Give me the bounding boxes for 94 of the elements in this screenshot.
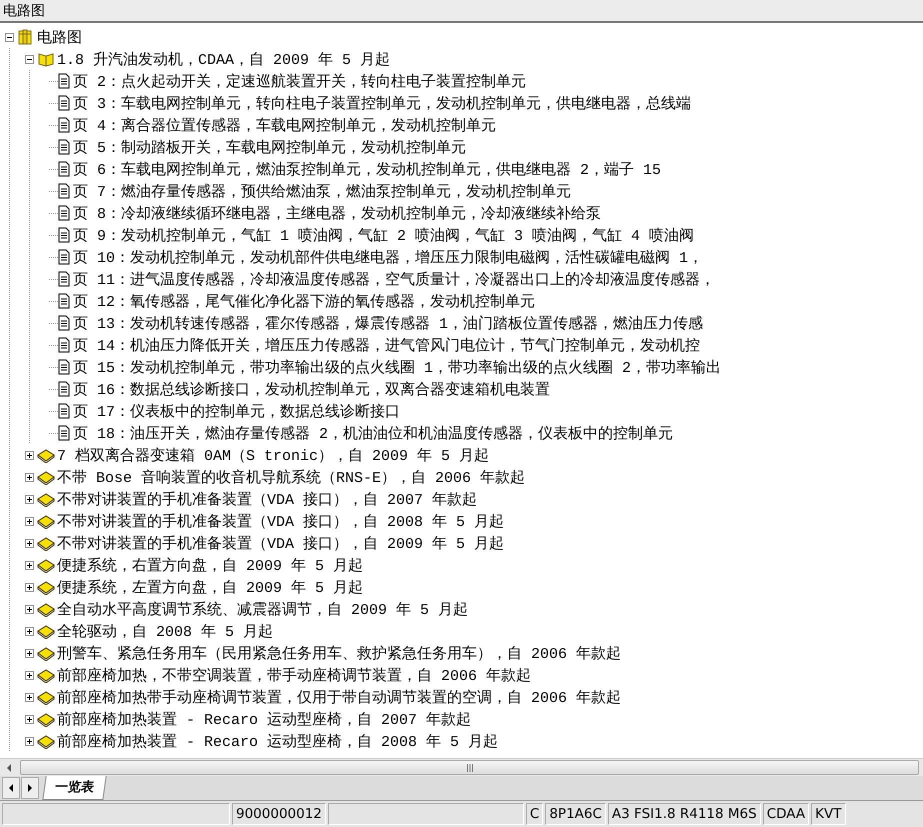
tree-item[interactable]: 页 9：发动机控制单元，气缸 1 喷油阀，气缸 2 喷油阀，气缸 3 喷油阀，气缸 4 喷油阀 (72, 226, 696, 244)
status-field: C (526, 803, 544, 825)
tree-item[interactable]: 电路图 (36, 28, 83, 46)
document-icon (57, 315, 71, 331)
tree-item[interactable]: 页 17：仪表板中的控制单元，数据总线诊断接口 (72, 402, 402, 420)
document-icon (57, 139, 71, 155)
tree-item[interactable]: 7 档双离合器变速箱 0AM（S tronic），自 2009 年 5 月起 (56, 446, 490, 464)
closed-book-icon (37, 469, 55, 485)
closed-book-icon (37, 579, 55, 595)
expand-toggle-icon[interactable] (25, 714, 34, 724)
closed-book-icon (37, 689, 55, 705)
expand-toggle-icon[interactable] (25, 648, 34, 658)
closed-book-icon (37, 711, 55, 727)
expand-toggle-icon[interactable] (25, 538, 34, 548)
tree-item[interactable]: 页 16：数据总线诊断接口，发动机控制单元，双离合器变速箱机电装置 (72, 380, 552, 398)
tree-item[interactable]: 前部座椅加热带手动座椅调节装置，仅用于带自动调节装置的空调，自 2006 年款起 (56, 688, 622, 706)
horizontal-scrollbar[interactable] (0, 758, 923, 776)
expand-toggle-icon[interactable] (25, 516, 34, 526)
status-field: A3 FSI1.8 R4118 M6S (608, 803, 761, 825)
expand-toggle-icon[interactable] (25, 670, 34, 680)
tree-item[interactable]: 页 4：离合器位置传感器，车载电网控制单元，发动机控制单元 (72, 116, 498, 134)
tree-item[interactable]: 不带对讲装置的手机准备装置（VDA 接口），自 2008 年 5 月起 (56, 512, 506, 530)
tree-item[interactable]: 页 15：发动机控制单元，带功率输出级的点火线圈 1，带功率输出级的点火线圈 2，带功率输出 (72, 358, 722, 376)
panel-title: 电路图 (3, 2, 45, 20)
closed-book-icon (37, 645, 55, 661)
tree-item[interactable]: 页 2：点火起动开关，定速巡航装置开关，转向柱电子装置控制单元 (72, 72, 528, 90)
tree-item[interactable]: 页 14：机油压力降低开关，增压压力传感器，进气管风门电位计，节气门控制单元，发动机控 (72, 336, 702, 354)
expand-toggle-icon[interactable] (25, 604, 34, 614)
closed-book-icon (37, 733, 55, 749)
expand-toggle-icon[interactable] (25, 626, 34, 636)
document-icon (57, 271, 71, 287)
tree-item[interactable]: 页 13：发动机转速传感器，霍尔传感器，爆震传感器 1，油门踏板位置传感器，燃油压力传感 (72, 314, 704, 332)
sheet-tab[interactable]: 一览表 (42, 776, 107, 800)
tab-scroll-left-icon[interactable] (2, 777, 20, 799)
tree-item[interactable]: 前部座椅加热装置 - Recaro 运动型座椅，自 2008 年 5 月起 (56, 732, 500, 750)
closed-book-icon (37, 557, 55, 573)
tree-item[interactable]: 全轮驱动，自 2008 年 5 月起 (56, 622, 274, 640)
tree-item[interactable]: 页 11：进气温度传感器，冷却液温度传感器，空气质量计，冷凝器出口上的冷却液温度传感器， (72, 270, 716, 288)
tree-item[interactable]: 刑警车、紧急任务用车（民用紧急任务用车、救护紧急任务用车），自 2006 年款起 (56, 644, 622, 662)
tree-item[interactable]: 便捷系统，右置方向盘，自 2009 年 5 月起 (56, 556, 364, 574)
document-icon (57, 183, 71, 199)
document-icon (57, 359, 71, 375)
document-icon (57, 95, 71, 111)
tree-item[interactable]: 前部座椅加热，不带空调装置，带手动座椅调节装置，自 2006 年款起 (56, 666, 532, 684)
document-icon (57, 293, 71, 309)
closed-book-icon (37, 623, 55, 639)
tree-item[interactable]: 页 6：车载电网控制单元，燃油泵控制单元，发动机控制单元，供电继电器 2，端子 15 (72, 160, 662, 178)
tree-item[interactable]: 页 8：冷却液继续循环继电器，主继电器，发动机控制单元，冷却液继续补给泵 (72, 204, 602, 222)
document-icon (57, 205, 71, 221)
document-icon (57, 117, 71, 133)
closed-book-icon (37, 491, 55, 507)
status-field: 8P1A6C (545, 803, 606, 825)
grip-icon (466, 764, 474, 772)
closed-book-icon (37, 535, 55, 551)
tree-item[interactable]: 1.8 升汽油发动机，CDAA，自 2009 年 5 月起 (56, 50, 392, 68)
tree-item[interactable]: 页 12：氧传感器，尾气催化净化器下游的氧传感器，发动机控制单元 (72, 292, 536, 310)
document-icon (57, 227, 71, 243)
tree-item[interactable]: 便捷系统，左置方向盘，自 2009 年 5 月起 (56, 578, 364, 596)
expand-toggle-icon[interactable] (25, 560, 34, 570)
tree-item[interactable]: 页 7：燃油存量传感器，预供给燃油泵，燃油泵控制单元，发动机控制单元 (72, 182, 572, 200)
status-field: KVT (811, 803, 846, 825)
tree-item[interactable]: 页 10：发动机控制单元，发动机部件供电继电器，增压压力限制电磁阀，活性碳罐电磁阀 1， (72, 248, 704, 266)
document-icon (57, 337, 71, 353)
expand-toggle-icon[interactable] (25, 582, 34, 592)
tree-item[interactable]: 页 18：油压开关，燃油存量传感器 2，机油油位和机油温度传感器，仪表板中的控制单元 (72, 424, 674, 442)
closed-book-icon (37, 513, 55, 529)
document-icon (57, 381, 71, 397)
document-icon (57, 425, 71, 441)
closed-book-icon (37, 601, 55, 617)
expand-toggle-icon[interactable] (25, 450, 34, 460)
status-field: CDAA (762, 803, 810, 825)
expand-toggle-icon[interactable] (25, 736, 34, 746)
tree-item[interactable]: 不带对讲装置的手机准备装置（VDA 接口），自 2007 年款起 (56, 490, 478, 508)
expand-toggle-icon[interactable] (25, 494, 34, 504)
document-icon (57, 161, 71, 177)
closed-book-icon (37, 667, 55, 683)
scrollbar-thumb[interactable] (20, 760, 919, 775)
tree-item[interactable]: 页 5：制动踏板开关，车载电网控制单元，发动机控制单元 (72, 138, 468, 156)
tree-item[interactable]: 不带对讲装置的手机准备装置（VDA 接口），自 2009 年 5 月起 (56, 534, 506, 552)
closed-book-icon (37, 447, 55, 463)
tree-item[interactable]: 不带 Bose 音响装置的收音机导航系统（RNS-E），自 2006 年款起 (56, 468, 526, 486)
open-book-icon (37, 51, 55, 67)
tree-item[interactable]: 页 3：车载电网控制单元，转向柱电子装置控制单元，发动机控制单元，供电继电器，总线端 (72, 94, 692, 112)
tree-item[interactable]: 全自动水平高度调节系统、减震器调节，自 2009 年 5 月起 (56, 600, 470, 618)
document-icon (57, 73, 71, 89)
expand-toggle-icon[interactable] (25, 692, 34, 702)
expand-toggle-icon[interactable] (25, 472, 34, 482)
expand-toggle-icon[interactable] (5, 32, 14, 42)
document-icon (57, 249, 71, 265)
document-icon (57, 403, 71, 419)
tab-scroll-right-icon[interactable] (21, 777, 39, 799)
status-field: 9000000012 (232, 803, 326, 825)
expand-toggle-icon[interactable] (25, 54, 34, 64)
tree-item[interactable]: 前部座椅加热装置 - Recaro 运动型座椅，自 2007 年款起 (56, 710, 472, 728)
